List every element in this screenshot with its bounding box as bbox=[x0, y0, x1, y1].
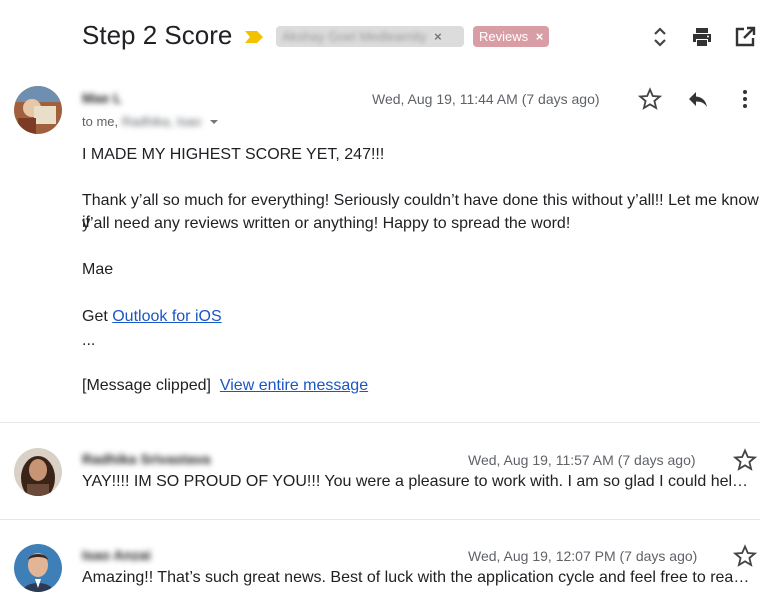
outlook-ios-link[interactable]: Outlook for iOS bbox=[112, 308, 221, 325]
star-icon[interactable] bbox=[638, 87, 662, 111]
avatar[interactable] bbox=[14, 448, 62, 496]
message-divider bbox=[0, 519, 760, 520]
sender-name[interactable]: Mae L bbox=[82, 90, 122, 106]
remove-label-icon[interactable]: × bbox=[536, 29, 544, 44]
message-date: Wed, Aug 19, 11:57 AM (7 days ago) bbox=[468, 452, 696, 468]
sender-name: Isao Anzai bbox=[82, 547, 151, 563]
message-signature: Mae bbox=[82, 261, 114, 278]
label-chip-akshay[interactable]: Akshay Goel Medlearnity × bbox=[276, 26, 464, 47]
label-text: Reviews bbox=[479, 29, 529, 44]
thread-header: Step 2 Score Akshay Goel Medlearnity × R… bbox=[0, 0, 768, 72]
print-icon[interactable] bbox=[690, 25, 714, 49]
expand-collapse-icon[interactable] bbox=[648, 25, 672, 49]
message-clipped-line: [Message clipped] View entire message bbox=[82, 375, 368, 397]
message-clipped-text: [Message clipped] bbox=[82, 377, 211, 394]
star-icon[interactable] bbox=[733, 544, 757, 568]
importance-marker-icon[interactable] bbox=[244, 30, 264, 44]
recipients-names: Radhika, Isao bbox=[121, 114, 202, 129]
open-new-window-icon[interactable] bbox=[733, 25, 757, 49]
label-chip-reviews[interactable]: Reviews × bbox=[473, 26, 550, 47]
more-options-icon[interactable] bbox=[733, 87, 757, 111]
thread-subject: Step 2 Score bbox=[82, 20, 233, 50]
message-body-line: y’all need any reviews written or anythi… bbox=[82, 215, 571, 232]
message-body-line: I MADE MY HIGHEST SCORE YET, 247!!! bbox=[82, 146, 385, 163]
message-date: Wed, Aug 19, 11:44 AM (7 days ago) bbox=[372, 91, 600, 107]
quoted-text-ellipsis[interactable]: ... bbox=[82, 330, 95, 352]
sender-name: Radhika Srivastava bbox=[82, 451, 211, 467]
remove-label-icon[interactable]: × bbox=[434, 29, 442, 44]
label-text: Akshay Goel Medlearnity bbox=[282, 29, 427, 44]
get-outlook-line: Get Outlook for iOS bbox=[82, 306, 222, 328]
message-snippet: YAY!!!! IM SO PROUD OF YOU!!! You were a… bbox=[82, 473, 754, 490]
message-date: Wed, Aug 19, 12:07 PM (7 days ago) bbox=[468, 548, 698, 564]
avatar[interactable] bbox=[14, 544, 62, 592]
get-prefix: Get bbox=[82, 308, 113, 325]
recipients[interactable]: to me, Radhika, Isao bbox=[82, 114, 219, 129]
dropdown-arrow-icon[interactable] bbox=[209, 118, 219, 126]
message-snippet: Amazing!! That’s such great news. Best o… bbox=[82, 569, 754, 586]
avatar[interactable] bbox=[14, 86, 62, 134]
view-entire-message-link[interactable]: View entire message bbox=[220, 377, 368, 394]
recipients-prefix: to me, bbox=[82, 114, 122, 129]
message-divider bbox=[0, 422, 760, 423]
reply-icon[interactable] bbox=[686, 87, 710, 111]
star-icon[interactable] bbox=[733, 448, 757, 472]
